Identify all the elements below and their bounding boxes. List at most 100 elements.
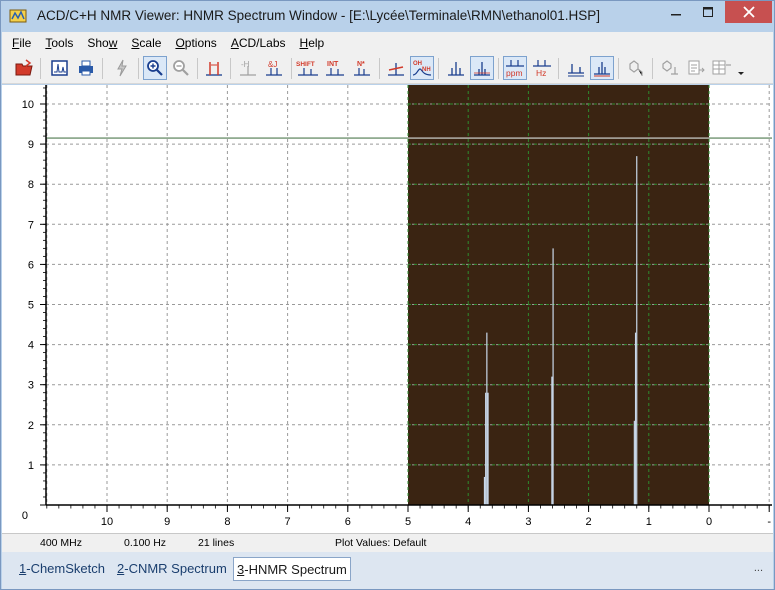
menu-acdlabs[interactable]: ACD/Labs — [231, 36, 286, 50]
minimize-button[interactable] — [661, 1, 691, 23]
x-tick-label: 1 — [646, 516, 652, 528]
tab-cnmr-label: -CNMR Spectrum — [124, 561, 227, 576]
table-icon — [712, 60, 731, 75]
y-tick-label: 5 — [28, 300, 34, 312]
baseline-button[interactable] — [564, 56, 588, 80]
svg-text:SHIFT: SHIFT — [296, 61, 315, 68]
x-tick-label: 3 — [525, 516, 531, 528]
status-resolution: 0.100 Hz — [124, 537, 167, 549]
svg-text:INT: INT — [327, 61, 339, 68]
svg-text:Hz: Hz — [536, 68, 546, 78]
menu-scale-label: cale — [139, 35, 162, 50]
y-tick-label: 2 — [28, 420, 34, 432]
structure-button[interactable] — [624, 56, 648, 80]
menu-tools-label: ools — [51, 35, 74, 50]
lightning-button[interactable] — [110, 56, 134, 80]
tab-cnmr-spectrum[interactable]: 2-CNMR Spectrum — [114, 557, 230, 581]
peak-width-button[interactable] — [202, 56, 226, 80]
svg-text:&J: &J — [268, 60, 277, 69]
x-tick-label: 5 — [405, 516, 411, 528]
toolbar: -H &J SHIFT INT N* OH NH ppm Hz — [2, 53, 773, 84]
x-tick-label: 4 — [465, 516, 471, 528]
menu-bar: File Tools Show Scale Options ACD/Labs H… — [2, 32, 773, 53]
menu-scale[interactable]: Scale — [131, 36, 161, 50]
nh-icon: N* — [354, 61, 370, 76]
menu-show[interactable]: Show — [87, 36, 117, 50]
ppm-button[interactable]: ppm — [503, 56, 527, 80]
status-plot-values: Plot Values: Default — [335, 537, 427, 549]
x-tick-label: 9 — [164, 516, 170, 528]
status-frequency: 400 MHz — [40, 537, 83, 549]
x-tick-label: - — [767, 516, 771, 528]
ppm-icon: ppm — [506, 60, 524, 78]
x-tick-label: 7 — [285, 516, 291, 528]
menu-options-label: ptions — [184, 35, 217, 50]
toolbar-overflow-button[interactable] — [734, 56, 748, 80]
acd-app-icon — [9, 9, 27, 23]
menu-file-label: ile — [19, 35, 32, 50]
menu-options[interactable]: Options — [175, 36, 216, 50]
assign-icon — [662, 60, 678, 75]
zoom-out-button[interactable] — [169, 56, 193, 80]
stack-icon — [448, 62, 464, 76]
shift-button[interactable]: SHIFT — [296, 56, 320, 80]
document-tabs: 1-ChemSketch 2-CNMR Spectrum 3-HNMR Spec… — [2, 552, 773, 589]
menu-show-accel: w — [108, 35, 118, 50]
y-tick-label: 3 — [28, 380, 34, 392]
export-button[interactable] — [684, 56, 708, 80]
oh-nh-icon: OHNH — [412, 61, 432, 76]
menu-tools[interactable]: Tools — [45, 36, 73, 50]
menu-show-label: Sho — [87, 35, 109, 50]
expand-icon — [594, 62, 610, 77]
assign-button[interactable] — [658, 56, 682, 80]
svg-text:ppm: ppm — [506, 68, 523, 78]
title-bar[interactable]: ACD/C+H NMR Viewer: HNMR Spectrum Window… — [1, 1, 774, 31]
menu-help-label: elp — [308, 35, 325, 50]
tab-hnmr-spectrum[interactable]: 3-HNMR Spectrum — [233, 557, 351, 581]
zoom-out-icon — [173, 60, 189, 76]
oh-nh-button[interactable]: OH NH — [410, 56, 434, 80]
x-tick-label: 8 — [224, 516, 230, 528]
print-button[interactable] — [74, 56, 98, 80]
table-button[interactable] — [710, 56, 734, 80]
print-icon — [79, 60, 93, 76]
x-tick-label: 0 — [706, 516, 712, 528]
spectrum-view-button[interactable] — [470, 56, 494, 80]
stack-button[interactable] — [444, 56, 468, 80]
open-button[interactable] — [12, 56, 36, 80]
maximize-button[interactable] — [693, 1, 723, 23]
menu-file[interactable]: File — [12, 36, 31, 50]
menu-help[interactable]: Help — [300, 36, 325, 50]
j-coupling-button[interactable]: &J — [262, 56, 286, 80]
status-bar: 400 MHz 0.100 Hz 21 lines Plot Values: D… — [2, 533, 773, 552]
hz-button[interactable]: Hz — [530, 56, 554, 80]
expand-button[interactable] — [590, 56, 614, 80]
export-icon — [688, 60, 705, 75]
nh-button[interactable]: N* — [350, 56, 374, 80]
y-tick-label: 9 — [28, 139, 34, 151]
menu-acdlabs-accel: A — [230, 35, 239, 50]
j-coupling-icon: &J — [266, 60, 282, 76]
spectrum-view-icon — [474, 62, 490, 76]
selected-region[interactable] — [408, 85, 709, 505]
x-tick-label: 6 — [345, 516, 351, 528]
spectrum-plot[interactable]: 0 1 2 3 4 5 6 7 8 9 10 10 9 8 7 6 5 4 3 2 1 0- — [2, 85, 773, 533]
h-icon: -H — [240, 60, 256, 76]
open-icon — [15, 59, 33, 76]
structure-icon — [629, 60, 643, 76]
tab-chemsketch[interactable]: 1-ChemSketch — [16, 557, 108, 581]
zoom-in-icon — [147, 60, 163, 76]
spectrum-icon — [51, 60, 68, 76]
spectrum-button[interactable] — [48, 56, 72, 80]
baseline-icon — [568, 64, 584, 77]
h-button[interactable]: -H — [236, 56, 260, 80]
chevron-down-icon — [738, 72, 744, 75]
spectrum-chart[interactable]: 01234567891010 9 8 7 6 5 4 3 2 1 0- — [2, 85, 773, 533]
tabs-more-indicator[interactable]: ... — [754, 562, 763, 574]
zoom-in-button[interactable] — [143, 56, 167, 80]
peak-pick-icon — [388, 63, 404, 76]
minimize-icon — [671, 14, 681, 16]
close-button[interactable] — [725, 1, 772, 23]
int-button[interactable]: INT — [323, 56, 347, 80]
peak-pick-button[interactable] — [384, 56, 408, 80]
